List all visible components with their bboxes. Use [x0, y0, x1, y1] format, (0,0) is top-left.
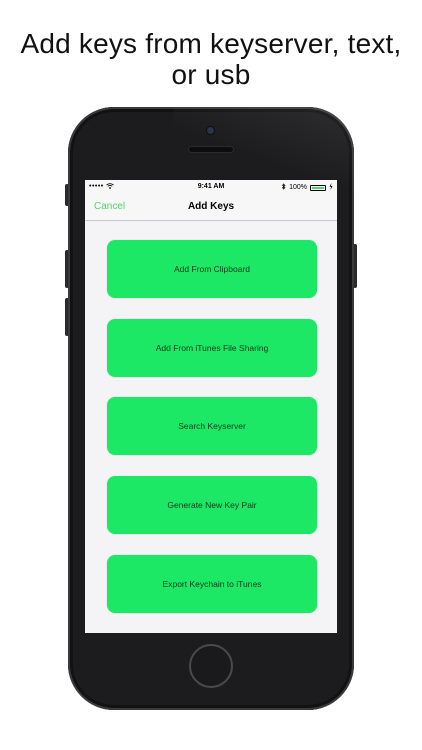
generate-new-key-pair-button[interactable]: Generate New Key Pair	[107, 476, 317, 534]
home-button[interactable]	[189, 644, 233, 688]
status-right: 100%	[281, 183, 333, 192]
charging-icon	[329, 183, 333, 192]
battery-percent: 100%	[289, 184, 307, 191]
front-camera	[207, 127, 214, 134]
navigation-bar: Cancel Add Keys	[85, 194, 337, 221]
actions-list: Add From Clipboard Add From iTunes File …	[85, 221, 337, 633]
phone-screen: ••••• 9:41 AM 100% Cancel Add Keys Add F…	[85, 180, 337, 633]
search-keyserver-button[interactable]: Search Keyserver	[107, 397, 317, 455]
earpiece-speaker	[189, 147, 233, 152]
app-store-screenshot: Add keys from keyserver, text, or usb ••…	[0, 0, 422, 750]
promo-headline: Add keys from keyserver, text, or usb	[0, 28, 422, 90]
add-from-clipboard-button[interactable]: Add From Clipboard	[107, 240, 317, 298]
export-keychain-to-itunes-button[interactable]: Export Keychain to iTunes	[107, 555, 317, 613]
page-title: Add Keys	[187, 201, 235, 212]
bluetooth-icon	[281, 183, 286, 192]
phone-frame: ••••• 9:41 AM 100% Cancel Add Keys Add F…	[68, 107, 354, 710]
add-from-itunes-file-sharing-button[interactable]: Add From iTunes File Sharing	[107, 319, 317, 377]
battery-icon	[310, 184, 326, 191]
promo-headline-line2: or usb	[171, 59, 251, 90]
status-bar: ••••• 9:41 AM 100%	[85, 180, 337, 194]
promo-headline-line1: Add keys from keyserver, text,	[20, 28, 402, 59]
battery-level	[312, 186, 324, 189]
